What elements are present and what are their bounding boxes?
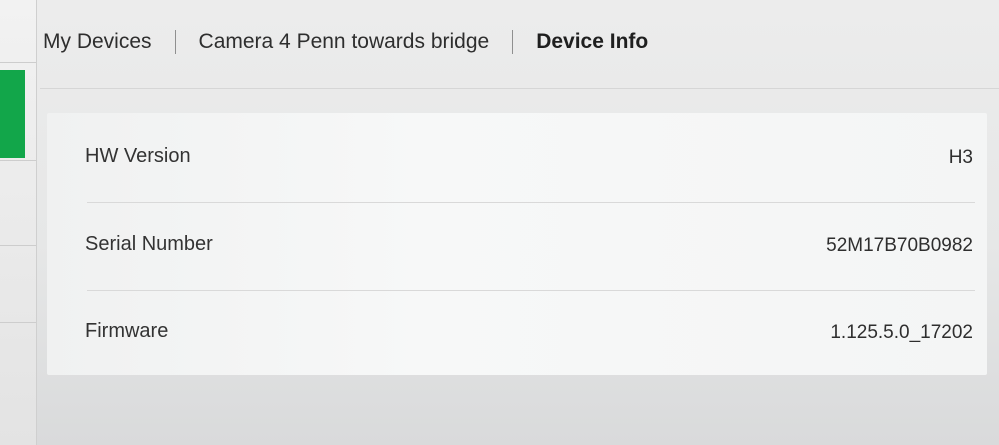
info-row-hw-version: HW Version H3 bbox=[47, 113, 987, 199]
breadcrumb-separator bbox=[512, 30, 514, 54]
serial-number-label: Serial Number bbox=[85, 233, 213, 255]
breadcrumb-camera[interactable]: Camera 4 Penn towards bridge bbox=[199, 30, 490, 54]
side-rail bbox=[0, 0, 37, 445]
serial-number-value: 52M17B70B0982 bbox=[826, 235, 973, 256]
hw-version-label: HW Version bbox=[85, 145, 191, 167]
firmware-value: 1.125.5.0_17202 bbox=[830, 322, 973, 343]
rail-divider bbox=[0, 245, 36, 246]
rail-divider bbox=[0, 160, 36, 161]
header-divider bbox=[40, 88, 999, 89]
breadcrumb-my-devices[interactable]: My Devices bbox=[43, 30, 152, 54]
info-row-firmware: Firmware 1.125.5.0_17202 bbox=[47, 288, 987, 374]
breadcrumb: My Devices Camera 4 Penn towards bridge … bbox=[43, 26, 648, 58]
info-row-serial-number: Serial Number 52M17B70B0982 bbox=[47, 201, 987, 287]
rail-divider bbox=[0, 322, 36, 323]
breadcrumb-separator bbox=[174, 30, 176, 54]
breadcrumb-device-info: Device Info bbox=[536, 30, 649, 53]
hw-version-value: H3 bbox=[948, 147, 973, 168]
device-info-card: HW Version H3 Serial Number 52M17B70B098… bbox=[47, 113, 987, 375]
rail-divider bbox=[0, 62, 36, 63]
active-nav-indicator bbox=[0, 70, 25, 158]
firmware-label: Firmware bbox=[85, 320, 169, 342]
